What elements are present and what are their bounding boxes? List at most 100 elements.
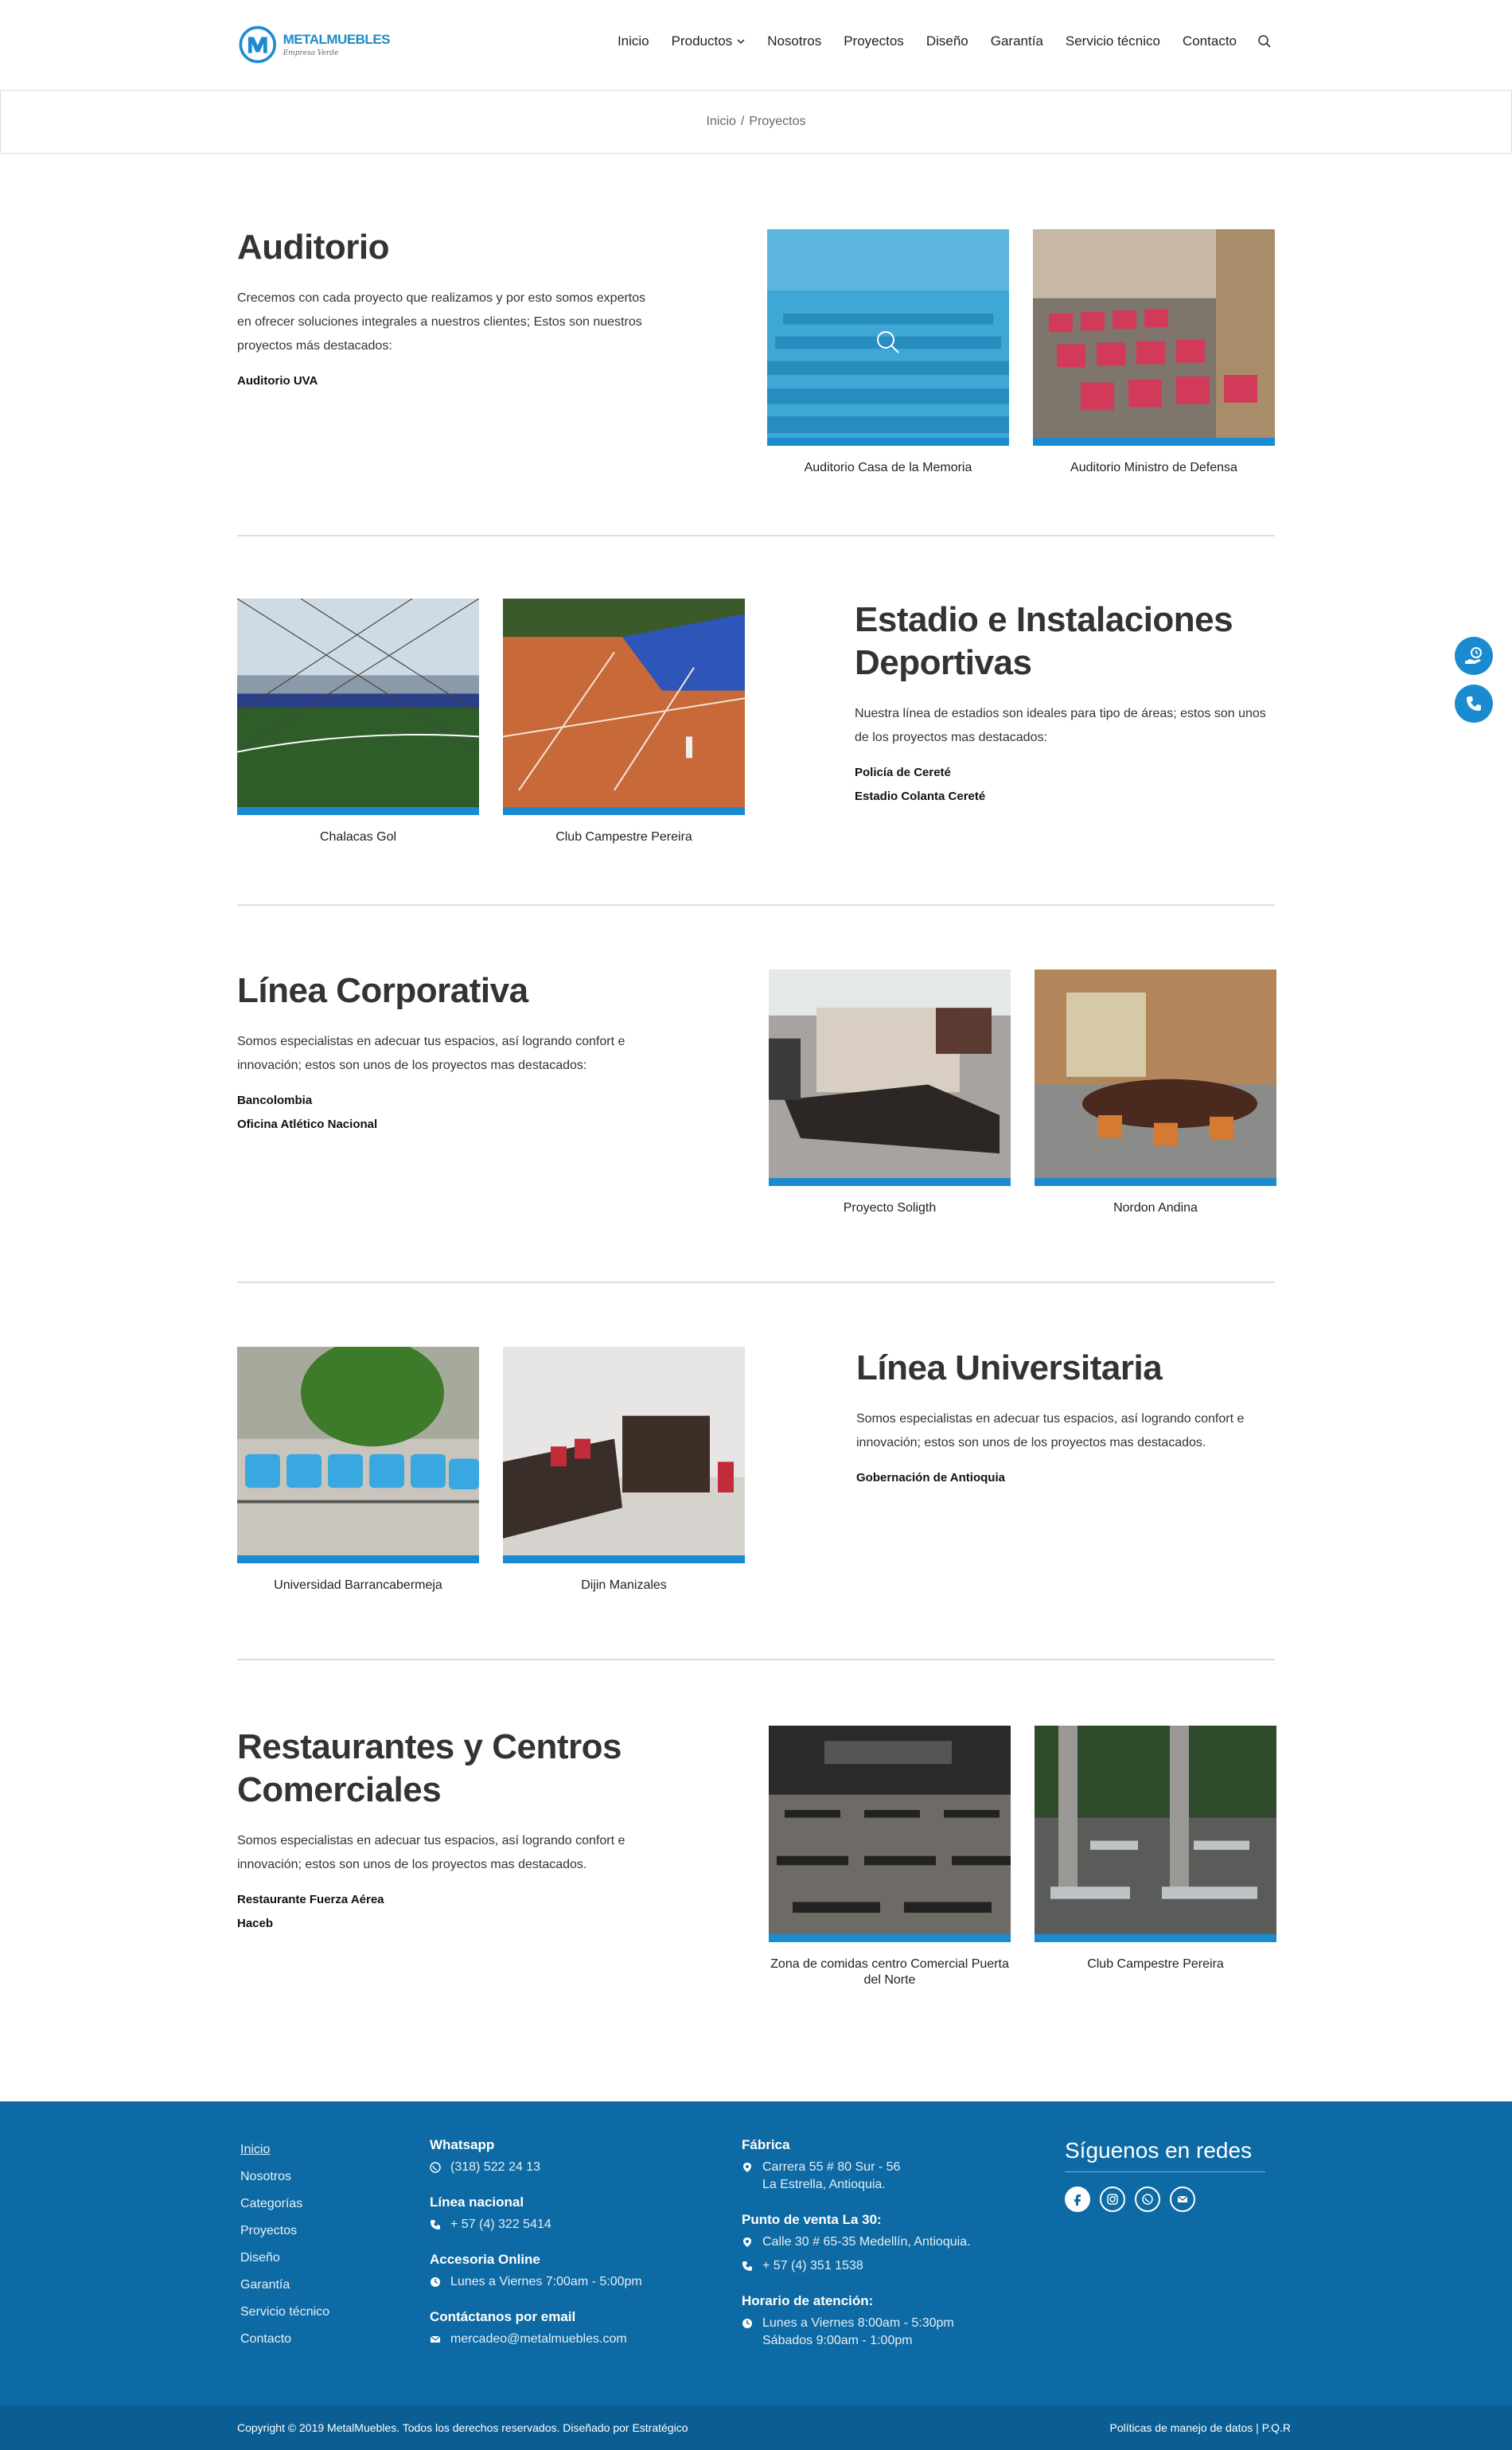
fabrica-heading: Fábrica <box>742 2137 790 2152</box>
footer-link-contacto[interactable]: Contacto <box>240 2326 329 2353</box>
bottom-links: Políticas de manejo de datos | P.Q.R <box>1109 2421 1291 2434</box>
project-caption: Chalacas Gol <box>319 830 397 844</box>
search-icon[interactable] <box>1257 34 1272 49</box>
project-card[interactable]: Dijin Manizales <box>503 1347 745 1594</box>
section-divider <box>237 1282 1275 1283</box>
site-header: METALMUEBLES Empresa Verde Inicio Produc… <box>0 0 1512 89</box>
footer-link-servicio-tecnico[interactable]: Servicio técnico <box>240 2299 329 2326</box>
section-text: Restaurantes y Centros Comerciales Somos… <box>237 1726 659 1936</box>
project-image[interactable] <box>769 1726 1011 1942</box>
fabrica-line2: La Estrella, Antioquia. <box>762 2178 886 2191</box>
project-card[interactable]: Auditorio Casa de la Memoria <box>767 229 1009 476</box>
whatsapp-icon[interactable] <box>1135 2187 1160 2212</box>
project-card[interactable]: Proyecto Soligth <box>769 969 1011 1216</box>
project-card[interactable]: Zona de comidas centro Comercial Puerta … <box>769 1726 1011 1988</box>
email-icon[interactable] <box>1170 2187 1195 2212</box>
whatsapp-number: (318) 522 24 13 <box>450 2160 540 2174</box>
horario-line1: Lunes a Viernes 8:00am - 5:30pm <box>762 2316 954 2330</box>
accesoria-row: Lunes a Viernes 7:00am - 5:00pm <box>430 2273 700 2291</box>
punto-heading: Punto de venta La 30: <box>742 2212 882 2227</box>
section-text: Línea Corporativa Somos especialistas en… <box>237 969 659 1137</box>
breadcrumb-separator: / <box>740 115 745 128</box>
pqr-link[interactable]: P.Q.R <box>1262 2421 1291 2434</box>
whatsapp-heading: Whatsapp <box>430 2137 495 2152</box>
section-estadio: Chalacas Gol Club Campestre Pereira Esta… <box>237 599 1275 869</box>
clock-hand-icon <box>1465 647 1482 664</box>
project-card[interactable]: Auditorio Ministro de Defensa <box>1033 229 1275 476</box>
project-image[interactable] <box>503 1347 745 1563</box>
footer-contact: Whatsapp (318) 522 24 13 Línea nacional … <box>430 2135 700 2348</box>
whatsapp-row[interactable]: (318) 522 24 13 <box>430 2159 700 2176</box>
nav-item-label: Productos <box>671 33 733 49</box>
horario-heading: Horario de atención: <box>742 2293 874 2308</box>
brand-logo[interactable]: METALMUEBLES Empresa Verde <box>239 13 391 76</box>
project-card[interactable]: Club Campestre Pereira <box>1035 1726 1276 1972</box>
phone-icon <box>431 2220 440 2230</box>
section-text: Línea Universitaria Somos especialistas … <box>856 1347 1278 1490</box>
office-desk-photo <box>769 969 1011 1178</box>
project-item: Estadio Colanta Cereté <box>855 790 986 803</box>
punto-phone-row[interactable]: + 57 (4) 351 1538 <box>742 2257 1012 2275</box>
policy-link[interactable]: Políticas de manejo de datos <box>1109 2421 1253 2434</box>
footer-link-diseno[interactable]: Diseño <box>240 2245 329 2272</box>
footer-locations: Fábrica Carrera 55 # 80 Sur - 56 La Estr… <box>742 2135 1012 2350</box>
nav-item-garantia[interactable]: Garantía <box>991 33 1043 49</box>
footer-link-inicio[interactable]: Inicio <box>240 2136 329 2163</box>
nav-item-inicio[interactable]: Inicio <box>618 33 649 49</box>
project-card[interactable]: Club Campestre Pereira <box>503 599 745 845</box>
project-image[interactable] <box>237 599 479 815</box>
footer-link-proyectos[interactable]: Proyectos <box>240 2218 329 2245</box>
project-card[interactable]: Nordon Andina <box>1035 969 1276 1216</box>
call-float-button[interactable] <box>1455 685 1493 723</box>
clock-icon <box>431 2277 440 2287</box>
logo-name: METALMUEBLES <box>283 32 391 47</box>
punto-phone: + 57 (4) 351 1538 <box>762 2259 863 2272</box>
project-item: Auditorio UVA <box>237 374 318 388</box>
project-caption: Club Campestre Pereira <box>1087 1957 1224 1971</box>
nav-item-diseno[interactable]: Diseño <box>926 33 968 49</box>
project-item: Restaurante Fuerza Aérea <box>237 1893 384 1906</box>
footer-link-nosotros[interactable]: Nosotros <box>240 2163 329 2191</box>
facebook-icon[interactable] <box>1065 2187 1090 2212</box>
project-image[interactable] <box>769 969 1011 1186</box>
nav-item-contacto[interactable]: Contacto <box>1183 33 1237 49</box>
bottom-bar: Copyright © 2019 MetalMuebles. Todos los… <box>0 2405 1512 2450</box>
horario-line2: Sábados 9:00am - 1:00pm <box>762 2334 913 2347</box>
project-image[interactable] <box>1033 229 1275 446</box>
footer-links: Inicio Nosotros Categorías Proyectos Dis… <box>240 2136 329 2353</box>
social-title: Síguenos en redes <box>1065 2138 1265 2172</box>
instagram-icon[interactable] <box>1100 2187 1125 2212</box>
logo-mark-icon <box>239 25 276 64</box>
breadcrumb-home[interactable]: Inicio <box>707 115 736 129</box>
logo-tagline: Empresa Verde <box>283 49 339 57</box>
appointment-float-button[interactable] <box>1455 637 1493 675</box>
project-image[interactable] <box>1035 1726 1276 1942</box>
footer-link-garantia[interactable]: Garantía <box>240 2272 329 2299</box>
project-caption: Universidad Barrancabermeja <box>274 1578 442 1592</box>
project-caption: Auditorio Ministro de Defensa <box>1070 461 1237 474</box>
search-icon[interactable] <box>875 330 901 355</box>
nav-item-proyectos[interactable]: Proyectos <box>844 33 904 49</box>
project-image[interactable] <box>767 229 1009 446</box>
email-row[interactable]: mercadeo@metalmuebles.com <box>430 2331 700 2348</box>
section-description: Somos especialistas en adecuar tus espac… <box>856 1412 1245 1449</box>
project-card[interactable]: Universidad Barrancabermeja <box>237 1347 479 1594</box>
section-title: Restaurantes y Centros Comerciales <box>237 1727 622 1809</box>
footer-link-categorias[interactable]: Categorías <box>240 2191 329 2218</box>
nav-item-nosotros[interactable]: Nosotros <box>767 33 821 49</box>
nav-item-servicio-tecnico[interactable]: Servicio técnico <box>1066 33 1160 49</box>
section-description: Somos especialistas en adecuar tus espac… <box>237 1035 625 1072</box>
punto-address-row: Calle 30 # 65-35 Medellín, Antioquia. <box>742 2233 1012 2251</box>
project-image[interactable] <box>503 599 745 815</box>
chevron-down-icon <box>737 39 745 45</box>
section-description: Somos especialistas en adecuar tus espac… <box>237 1834 625 1871</box>
linea-row[interactable]: + 57 (4) 322 5414 <box>430 2216 700 2233</box>
project-image[interactable] <box>237 1347 479 1563</box>
nav-item-productos[interactable]: Productos <box>672 33 746 49</box>
section-corporativa: Línea Corporativa Somos especialistas en… <box>237 969 1276 1240</box>
project-caption: Proyecto Soligth <box>843 1201 937 1215</box>
section-title: Línea Universitaria <box>856 1348 1163 1387</box>
project-card[interactable]: Chalacas Gol <box>237 599 479 845</box>
section-universitaria: Universidad Barrancabermeja Dijin Maniza… <box>237 1347 1275 1617</box>
project-image[interactable] <box>1035 969 1276 1186</box>
